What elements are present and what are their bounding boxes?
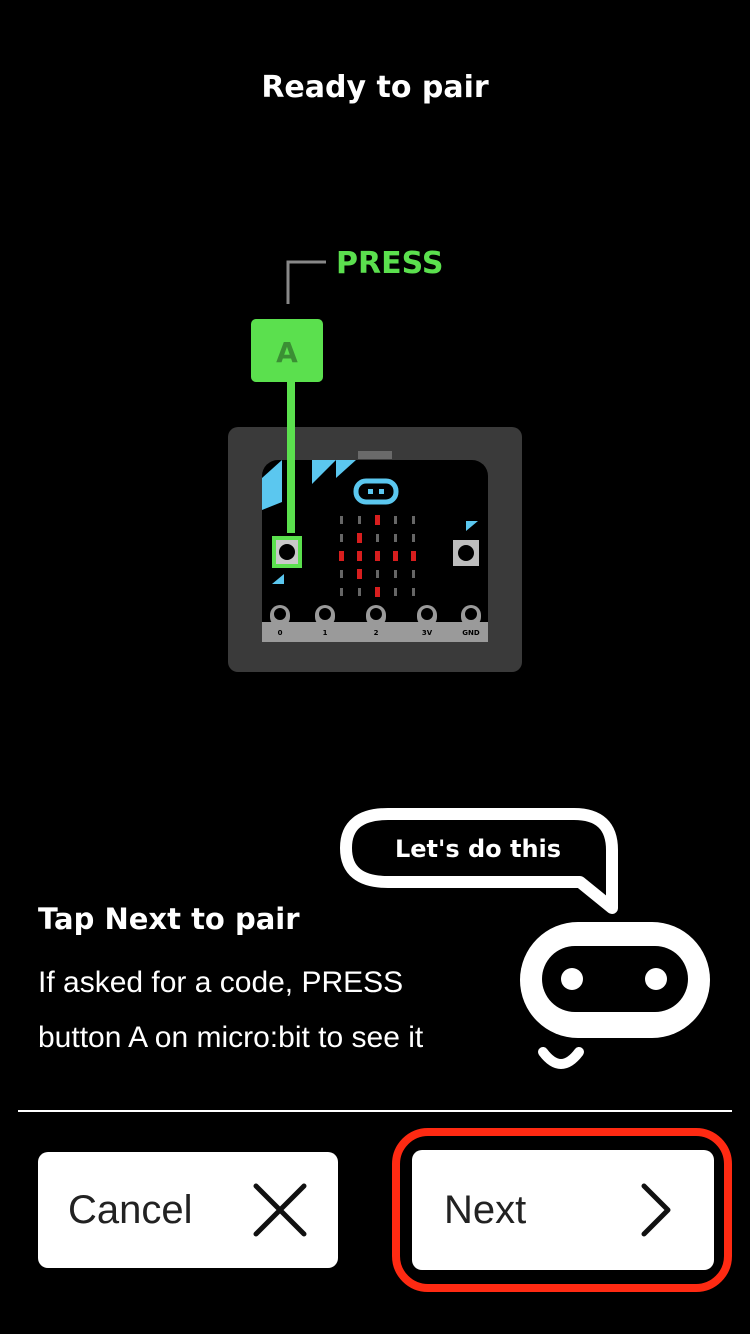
- instruction-text: If asked for a code, PRESS button A on m…: [38, 955, 508, 1065]
- next-button-label: Next: [444, 1187, 527, 1232]
- instruction-line-2: button A on micro:bit to see it: [38, 1021, 424, 1054]
- robot-eye-right: [645, 968, 667, 990]
- chevron-right-icon: [641, 1183, 671, 1237]
- next-button[interactable]: Next: [412, 1150, 714, 1270]
- instruction-heading: Tap Next to pair: [38, 902, 300, 936]
- footer-divider: [18, 1110, 732, 1112]
- close-icon: [253, 1183, 307, 1237]
- robot-eye-left: [561, 968, 583, 990]
- speech-text: Let's do this: [395, 835, 561, 863]
- cancel-button[interactable]: Cancel: [38, 1152, 338, 1268]
- cancel-button-label: Cancel: [68, 1187, 193, 1232]
- instruction-line-1: If asked for a code, PRESS: [38, 966, 404, 999]
